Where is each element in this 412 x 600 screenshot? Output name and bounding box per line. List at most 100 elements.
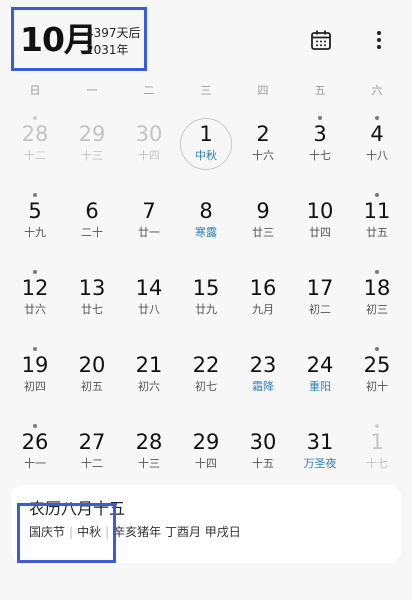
day-cell[interactable]: 31 万圣夜 <box>292 420 348 490</box>
lunar-label: 初二 <box>309 303 331 316</box>
lunar-label: 二十 <box>81 226 103 239</box>
day-number: 15 <box>192 276 220 300</box>
year-label: 2031年 <box>86 43 129 57</box>
weekday-label: 六 <box>371 84 383 97</box>
day-cell[interactable]: 15 廿九 <box>178 266 234 336</box>
day-cell[interactable]: 28 十三 <box>121 420 177 490</box>
day-cell[interactable]: 10 廿四 <box>292 189 348 259</box>
day-cell[interactable]: 19 初四 <box>7 343 63 413</box>
lunar-label: 寒露 <box>195 226 217 239</box>
day-number: 31 <box>306 430 334 454</box>
lunar-label: 中秋 <box>195 149 217 162</box>
calendar-icon[interactable] <box>310 29 332 51</box>
lunar-label: 十七 <box>309 149 331 162</box>
day-cell[interactable]: 2 十六 <box>235 112 291 182</box>
day-cell[interactable]: 7 廿一 <box>121 189 177 259</box>
day-number: 18 <box>363 276 391 300</box>
day-cell[interactable]: 30 十四 <box>121 112 177 182</box>
ganzhi-label: 辛亥猪年 丁酉月 甲戌日 <box>113 525 241 539</box>
day-number: 24 <box>306 353 334 377</box>
lunar-label: 廿四 <box>309 226 331 239</box>
lunar-label: 廿五 <box>366 226 388 239</box>
day-cell[interactable]: 25 初十 <box>349 343 405 413</box>
weekday-label: 四 <box>257 84 269 97</box>
lunar-label: 廿七 <box>81 303 103 316</box>
day-cell[interactable]: 30 十五 <box>235 420 291 490</box>
days-later-label: 4397天后 <box>86 26 141 40</box>
weekday-label: 一 <box>86 84 98 97</box>
weekday-label: 三 <box>200 84 212 97</box>
day-cell[interactable]: 1 十七 <box>349 420 405 490</box>
day-cell[interactable]: 4 十八 <box>349 112 405 182</box>
lunar-label: 十三 <box>138 457 160 470</box>
month-title[interactable]: 10月 <box>20 20 97 60</box>
calendar-header: 10月 4397天后 2031年 <box>0 0 412 80</box>
day-cell[interactable]: 17 初二 <box>292 266 348 336</box>
day-number: 3 <box>313 122 327 146</box>
day-number: 26 <box>21 430 49 454</box>
day-cell[interactable]: 18 初三 <box>349 266 405 336</box>
day-cell[interactable]: 20 初五 <box>64 343 120 413</box>
day-cell[interactable]: 23 霜降 <box>235 343 291 413</box>
lunar-label: 十六 <box>252 149 274 162</box>
lunar-label: 廿一 <box>138 226 160 239</box>
more-vert-icon[interactable] <box>369 29 389 51</box>
day-number: 29 <box>192 430 220 454</box>
day-number: 17 <box>306 276 334 300</box>
weekday-row: 日 一 二 三 四 五 六 <box>0 82 412 100</box>
day-number: 2 <box>256 122 270 146</box>
day-number: 25 <box>363 353 391 377</box>
weekday-label: 二 <box>143 84 155 97</box>
holiday-label: 中秋 <box>77 525 102 539</box>
lunar-label: 十四 <box>138 149 160 162</box>
lunar-label: 十八 <box>366 149 388 162</box>
day-cell[interactable]: 3 十七 <box>292 112 348 182</box>
day-number: 30 <box>249 430 277 454</box>
day-number: 14 <box>135 276 163 300</box>
weekday-label: 五 <box>314 84 326 97</box>
day-number: 19 <box>21 353 49 377</box>
weekday-label: 日 <box>29 84 41 97</box>
day-cell[interactable]: 27 十二 <box>64 420 120 490</box>
day-cell[interactable]: 26 十一 <box>7 420 63 490</box>
lunar-label: 初三 <box>366 303 388 316</box>
day-cell[interactable]: 21 初六 <box>121 343 177 413</box>
lunar-label: 廿九 <box>195 303 217 316</box>
day-number: 30 <box>135 122 163 146</box>
date-subinfo: 4397天后 2031年 <box>86 25 141 59</box>
separator: | <box>105 525 110 539</box>
lunar-label: 十七 <box>366 457 388 470</box>
lunar-label: 九月 <box>252 303 274 316</box>
day-cell[interactable]: 14 廿八 <box>121 266 177 336</box>
day-cell[interactable]: 6 二十 <box>64 189 120 259</box>
day-cell[interactable]: 29 十三 <box>64 112 120 182</box>
date-details: 国庆节 | 中秋 | 辛亥猪年 丁酉月 甲戌日 <box>29 524 241 540</box>
day-cell[interactable]: 28 十二 <box>7 112 63 182</box>
lunar-label: 十二 <box>24 149 46 162</box>
day-cell[interactable]: 11 廿五 <box>349 189 405 259</box>
day-cell[interactable]: 16 九月 <box>235 266 291 336</box>
lunar-label: 十二 <box>81 457 103 470</box>
lunar-label: 初四 <box>24 380 46 393</box>
day-cell[interactable]: 5 十九 <box>7 189 63 259</box>
day-number: 5 <box>28 199 42 223</box>
day-number: 13 <box>78 276 106 300</box>
day-cell[interactable]: 13 廿七 <box>64 266 120 336</box>
day-cell[interactable]: 24 重阳 <box>292 343 348 413</box>
day-number: 7 <box>142 199 156 223</box>
day-number: 1 <box>199 122 213 146</box>
day-cell[interactable]: 12 廿六 <box>7 266 63 336</box>
lunar-label: 重阳 <box>309 380 331 393</box>
day-number: 10 <box>306 199 334 223</box>
day-cell[interactable]: 1 中秋 <box>178 112 234 182</box>
day-number: 28 <box>21 122 49 146</box>
day-cell[interactable]: 22 初七 <box>178 343 234 413</box>
day-cell[interactable]: 9 廿三 <box>235 189 291 259</box>
day-cell[interactable]: 29 十四 <box>178 420 234 490</box>
lunar-label: 万圣夜 <box>303 457 337 470</box>
date-info-card[interactable]: 农历八月十五 国庆节 | 中秋 | 辛亥猪年 丁酉月 甲戌日 <box>11 485 401 563</box>
day-number: 20 <box>78 353 106 377</box>
separator: | <box>69 525 74 539</box>
day-number: 23 <box>249 353 277 377</box>
day-cell[interactable]: 8 寒露 <box>178 189 234 259</box>
